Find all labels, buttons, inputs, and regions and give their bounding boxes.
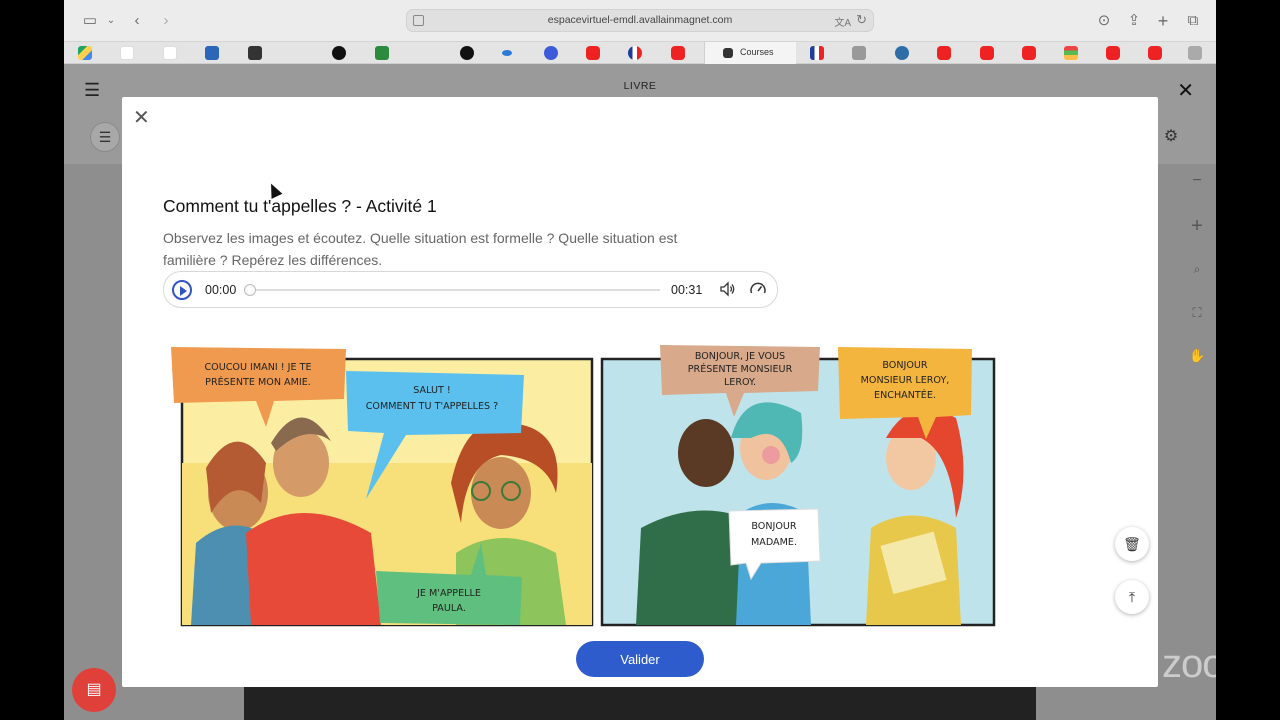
gmail-icon[interactable]	[163, 46, 177, 60]
zoom-out-icon[interactable]: −	[1189, 172, 1205, 190]
search-text-icon[interactable]: ⌕	[1189, 262, 1205, 277]
bubble-text: JE M'APPELLE	[416, 588, 481, 599]
audio-player: 00:00 00:31	[163, 271, 778, 308]
bubble-text: ENCHANTÉE.	[874, 388, 936, 401]
bubble-text: SALUT !	[413, 385, 450, 396]
back-icon[interactable]: ‹	[127, 11, 147, 31]
tabs-icon[interactable]: ⧉	[1183, 11, 1203, 31]
france-flag-icon[interactable]	[628, 46, 642, 60]
wordpress-icon[interactable]	[895, 46, 909, 60]
chat-icon[interactable]: ▤	[72, 668, 116, 712]
audio-duration: 00:31	[671, 283, 703, 297]
chevron-down-icon[interactable]: ⌄	[101, 11, 121, 31]
bubble-text: COMMENT TU T'APPELLES ?	[366, 401, 499, 412]
zoom-icon[interactable]	[544, 46, 558, 60]
activity-title: Comment tu t'appelles ? - Activité 1	[163, 196, 437, 216]
bubble-text: BONJOUR, JE VOUS	[695, 351, 785, 362]
translate-icon[interactable]: 文A	[834, 14, 851, 29]
validate-button[interactable]: Valider	[576, 641, 704, 677]
youtube-icon[interactable]	[586, 46, 600, 60]
france-flag-icon[interactable]	[810, 46, 824, 60]
bubble-text: BONJOUR	[882, 360, 928, 371]
zoom-watermark: zoom	[1162, 642, 1216, 686]
google-icon[interactable]	[1188, 46, 1202, 60]
youtube-icon[interactable]	[1022, 46, 1036, 60]
drive-icon[interactable]	[78, 46, 92, 60]
flickr-icon[interactable]	[502, 50, 512, 56]
download-icon[interactable]: ⊙	[1094, 11, 1114, 31]
comic-panel-2: BONJOUR, JE VOUS PRÉSENTE MONSIEUR LEROY…	[600, 345, 996, 627]
courses-icon	[723, 48, 733, 58]
play-icon[interactable]	[172, 280, 192, 300]
zoom-in-icon[interactable]: +	[1189, 215, 1205, 238]
tab-bar: Courses	[64, 42, 1216, 64]
accessibility-icon[interactable]: ✋	[1189, 348, 1205, 364]
app-title: LIVRE	[623, 80, 657, 92]
volume-icon[interactable]	[719, 280, 739, 300]
bubble-text: BONJOUR	[751, 521, 797, 532]
comic-illustration: COUCOU IMANI ! JE TE PRÉSENTE MON AMIE. …	[171, 345, 996, 627]
new-tab-icon[interactable]: +	[1153, 11, 1173, 31]
close-icon[interactable]: ✕	[1177, 78, 1194, 103]
bubble-text: PAULA.	[432, 603, 466, 614]
reload-icon[interactable]: ↻	[856, 12, 867, 28]
speed-icon[interactable]	[749, 280, 769, 300]
share-icon[interactable]: ⇪	[1124, 11, 1144, 31]
bubble-text: PRÉSENTE MONSIEUR	[688, 362, 793, 375]
p-icon[interactable]	[332, 46, 346, 60]
l-icon[interactable]	[852, 46, 866, 60]
youtube-icon[interactable]	[937, 46, 951, 60]
bubble-text: MADAME.	[751, 537, 797, 548]
page-strip	[244, 686, 1036, 720]
bubble-text: MONSIEUR LEROY,	[861, 375, 950, 386]
youtube-icon[interactable]	[1106, 46, 1120, 60]
upload-icon[interactable]: ⤒	[1115, 580, 1149, 614]
audio-current-time: 00:00	[205, 283, 237, 297]
fullscreen-icon[interactable]: ⛶	[1189, 305, 1205, 321]
toc-icon[interactable]: ☰	[90, 122, 120, 152]
browser-toolbar: ▭ ⌄ ‹ › espacevirtuel-emdl.avallainmagne…	[64, 0, 1216, 42]
gear-icon[interactable]: ⚙	[1158, 124, 1184, 150]
p-icon[interactable]	[460, 46, 474, 60]
s-icon[interactable]	[375, 46, 389, 60]
site-icon[interactable]	[1064, 46, 1078, 60]
quebec-icon[interactable]	[205, 46, 219, 60]
audio-progress-thumb[interactable]	[244, 284, 256, 296]
bubble-text: LEROY.	[724, 377, 756, 388]
activity-instructions: Observez les images et écoutez. Quelle s…	[163, 230, 678, 268]
url-text: espacevirtuel-emdl.avallainmagnet.com	[547, 14, 733, 26]
sidebar-icon[interactable]: ▭	[80, 11, 100, 31]
forward-icon[interactable]: ›	[156, 11, 176, 31]
bubble-text: PRÉSENTE MON AMIE.	[205, 375, 311, 388]
bubble-text: COUCOU IMANI ! JE TE	[204, 362, 311, 373]
gmail-icon[interactable]	[120, 46, 134, 60]
audio-progress-track[interactable]	[250, 289, 660, 291]
youtube-icon[interactable]	[980, 46, 994, 60]
youtube-icon[interactable]	[1148, 46, 1162, 60]
comic-panel-1: COUCOU IMANI ! JE TE PRÉSENTE MON AMIE. …	[171, 347, 594, 627]
address-bar[interactable]: espacevirtuel-emdl.avallainmagnet.com 文A…	[406, 9, 874, 32]
tab-courses-label: Courses	[740, 47, 774, 57]
trash-icon[interactable]: 🗑	[1115, 527, 1149, 561]
youtube-icon[interactable]	[671, 46, 685, 60]
screen: ▭ ⌄ ‹ › espacevirtuel-emdl.avallainmagne…	[64, 0, 1216, 720]
close-icon[interactable]: ✕	[133, 105, 150, 130]
site-icon[interactable]	[248, 46, 262, 60]
right-rail	[1158, 164, 1216, 720]
